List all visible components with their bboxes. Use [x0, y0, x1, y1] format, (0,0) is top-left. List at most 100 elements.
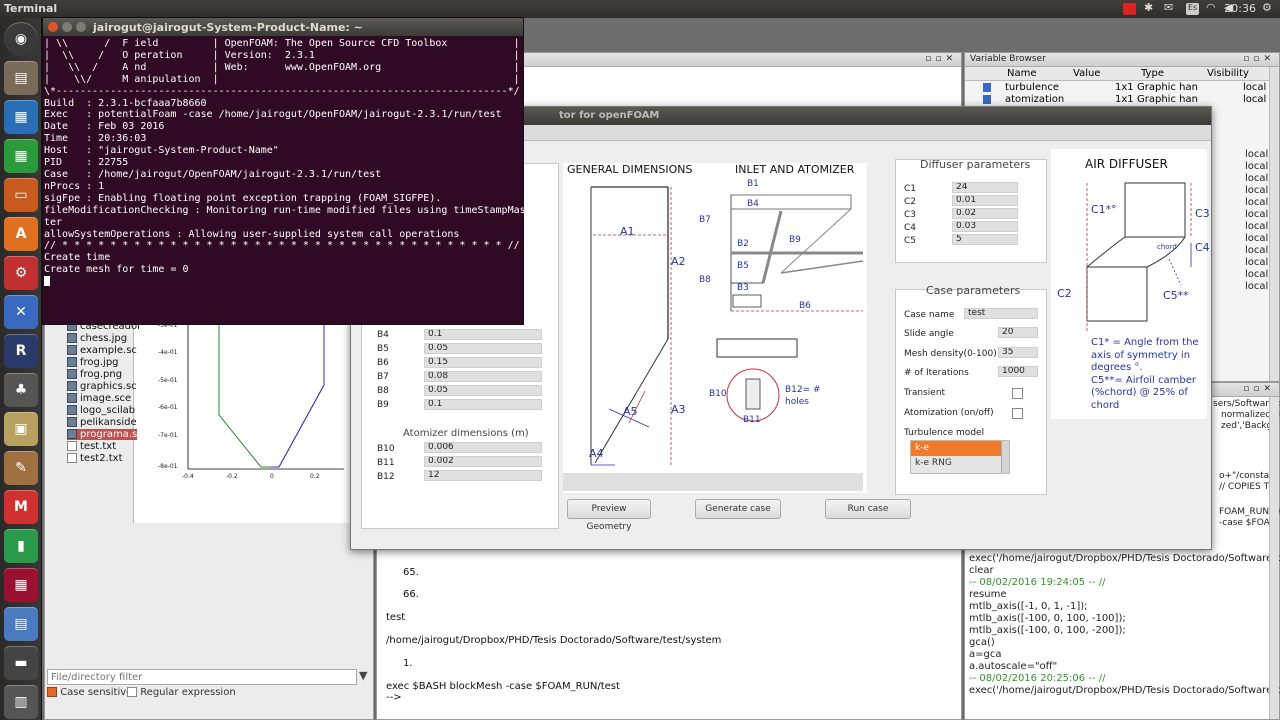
wifi-icon[interactable]: ◠ — [1206, 1, 1219, 14]
file-item[interactable]: logo_scilab — [67, 405, 135, 416]
history-line[interactable]: exec('/home/jairogut/Dropbox/PHD/Tesis D… — [969, 685, 1280, 696]
b8-input[interactable]: 0.05 — [424, 385, 542, 396]
history-line[interactable]: resume — [969, 589, 1007, 600]
file-item[interactable]: pelikanside — [67, 417, 137, 428]
c1-input[interactable]: 24 — [952, 182, 1018, 193]
history-line[interactable]: exec('/home/jairogut/Dropbox/PHD/Tesis D… — [969, 553, 1280, 564]
run-case-button[interactable]: Run case — [825, 499, 911, 519]
writer-icon[interactable]: ▦ — [4, 100, 38, 134]
filter-funnel-icon[interactable]: ▼ — [359, 669, 367, 682]
monitor-icon[interactable]: ▮ — [4, 529, 38, 563]
file-item[interactable]: chess.jpg — [67, 333, 127, 344]
turbulence-option[interactable]: k-e RNG — [911, 456, 1009, 471]
transient-checkbox[interactable] — [1012, 388, 1023, 399]
terminal-app-icon[interactable]: ▦ — [4, 568, 38, 602]
col-value[interactable]: Value — [1073, 68, 1100, 79]
c2-input[interactable]: 0.01 — [952, 195, 1018, 206]
b4-input[interactable]: 0.1 — [424, 329, 542, 340]
scrollbar[interactable] — [1269, 397, 1279, 719]
diagram-scroll-strip[interactable] — [563, 473, 863, 491]
b6-input[interactable]: 0.15 — [424, 357, 542, 368]
history-line[interactable]: clear — [969, 565, 994, 576]
archive-icon[interactable]: ▣ — [4, 412, 38, 446]
file-item[interactable]: example.sc — [67, 345, 137, 356]
slide-angle-input[interactable]: 20 — [998, 327, 1038, 338]
maximize-icon[interactable] — [76, 22, 86, 32]
drive-icon[interactable]: ▬ — [4, 646, 38, 680]
b9-input[interactable]: 0.1 — [424, 399, 542, 410]
power-icon[interactable]: ⚙ — [1262, 1, 1275, 14]
dash-home-icon[interactable]: ◉ — [4, 22, 38, 56]
files-icon[interactable]: ▤ — [4, 61, 38, 95]
solitaire-icon[interactable]: ♣ — [4, 373, 38, 407]
impress-icon[interactable]: ▭ — [4, 178, 38, 212]
gmail-icon[interactable]: M — [4, 490, 38, 524]
file-item[interactable]: test.txt — [67, 441, 116, 452]
calc-icon[interactable]: ▦ — [4, 139, 38, 173]
file-item[interactable]: test2.txt — [67, 453, 123, 464]
c5-input[interactable]: 5 — [952, 234, 1018, 245]
terminal-titlebar[interactable]: jairogut@jairogut-System-Product-Name: ~ — [43, 18, 523, 36]
history-line[interactable]: a.autoscale="off" — [969, 661, 1057, 672]
system-settings-icon[interactable]: ⚙ — [4, 256, 38, 290]
b5-input[interactable]: 0.05 — [424, 343, 542, 354]
scrollbar[interactable] — [1269, 67, 1279, 381]
file-item-selected[interactable]: programa.s — [67, 429, 138, 440]
case-sensitive-option[interactable]: Case sensitive — [47, 687, 132, 698]
turbulence-model-list[interactable]: k-e k-e RNG — [910, 440, 1010, 474]
window-controls[interactable]: ▫▫✕ — [1243, 384, 1275, 394]
image-file-icon — [67, 345, 77, 355]
file-item[interactable]: frog.jpg — [67, 357, 119, 368]
col-type[interactable]: Type — [1141, 68, 1164, 79]
c4-input[interactable]: 0.03 — [952, 221, 1018, 232]
keyboard-layout-icon[interactable]: ✉ — [1164, 1, 1177, 14]
bluetooth-icon[interactable]: ✱ — [1144, 1, 1157, 14]
regex-option[interactable]: Regular expression — [127, 687, 236, 698]
workspace-icon[interactable]: ▤ — [4, 607, 38, 641]
b7-input[interactable]: 0.08 — [424, 371, 542, 382]
text-editor-icon[interactable]: ✎ — [4, 451, 38, 485]
turbulence-option-selected[interactable]: k-e — [911, 441, 1009, 456]
history-line[interactable]: a=gca — [969, 649, 1001, 660]
history-line[interactable]: mtlb_axis([-100, 0, 100, -200]); — [969, 625, 1126, 636]
language-indicator-icon[interactable]: Es — [1186, 3, 1199, 15]
b11-input[interactable]: 0.002 — [424, 456, 542, 467]
terminal-output[interactable]: | \\ / F ield | OpenFOAM: The Open Sourc… — [43, 36, 526, 288]
scilab-icon[interactable]: ✕ — [4, 295, 38, 329]
b10-input[interactable]: 0.006 — [424, 442, 542, 453]
history-line[interactable]: gca() — [969, 637, 995, 648]
console-prompt[interactable]: --> — [386, 692, 402, 703]
close-icon[interactable] — [48, 22, 58, 32]
jr-app-icon[interactable]: R — [4, 334, 38, 368]
clock[interactable]: 20:36 — [1224, 2, 1256, 15]
case-name-input[interactable]: test — [964, 308, 1038, 319]
geometry-drawing — [590, 186, 864, 466]
c3-input[interactable]: 0.02 — [952, 208, 1018, 219]
file-item[interactable]: image.sce — [67, 393, 131, 404]
file-item[interactable]: frog.png — [67, 369, 122, 380]
generate-case-button[interactable]: Generate case — [695, 499, 781, 519]
file-filter-input[interactable] — [47, 669, 357, 685]
b12-input[interactable]: 12 — [424, 470, 542, 481]
trash-icon[interactable]: ▥ — [4, 685, 38, 719]
window-controls[interactable]: ▫▫✕ — [925, 54, 957, 64]
turbulence-model-label: Turbulence model — [904, 428, 985, 438]
iterations-input[interactable]: 1000 — [998, 366, 1038, 377]
col-visibility[interactable]: Visibility — [1207, 68, 1249, 79]
atomization-checkbox[interactable] — [1012, 408, 1023, 419]
image-file-icon — [67, 393, 77, 403]
col-name[interactable]: Name — [1007, 68, 1037, 79]
checkbox-checked-icon[interactable] — [47, 687, 57, 697]
history-line[interactable]: mtlb_axis([-1, 0, 1, -1]); — [969, 601, 1088, 612]
file-item[interactable]: graphics.sc — [67, 381, 137, 392]
list-scrollbar[interactable] — [1001, 441, 1009, 473]
window-controls[interactable]: ▫▫✕ — [1243, 54, 1275, 64]
minimize-icon[interactable] — [62, 22, 72, 32]
terminal-window[interactable]: jairogut@jairogut-System-Product-Name: ~… — [42, 17, 526, 325]
preview-geometry-button[interactable]: Preview Geometry — [567, 499, 651, 532]
checkbox-icon[interactable] — [127, 687, 137, 697]
history-line[interactable]: mtlb_axis([-100, 0, 100, -100]); — [969, 613, 1126, 624]
software-center-icon[interactable]: A — [4, 217, 38, 251]
mesh-density-input[interactable]: 35 — [998, 347, 1038, 358]
record-indicator-icon[interactable] — [1123, 3, 1136, 15]
